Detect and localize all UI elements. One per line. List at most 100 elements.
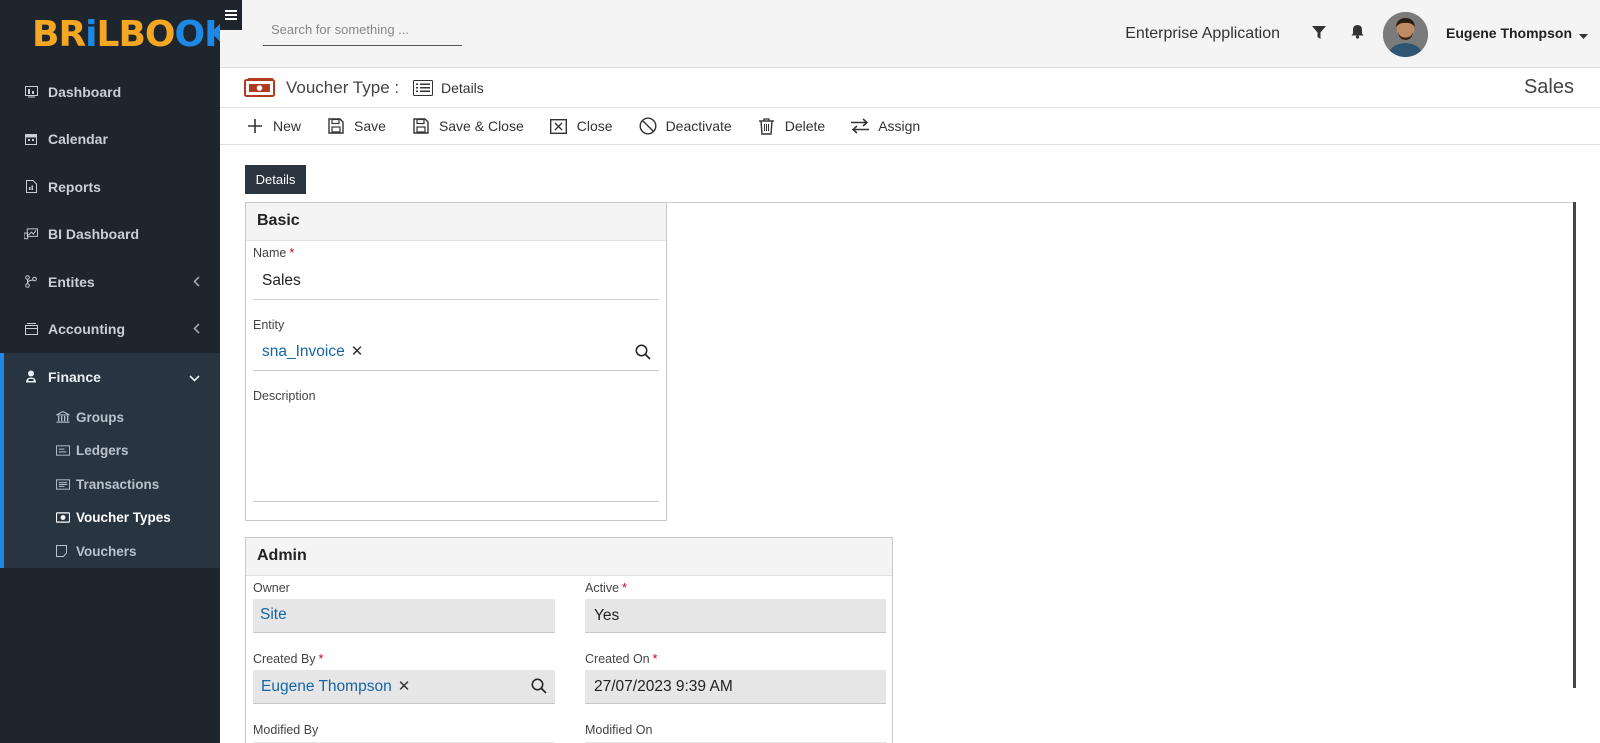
voucher-icon [56,545,70,558]
calendar-icon [24,132,38,146]
ledger-icon [56,445,70,457]
sidebar-item-finance[interactable]: Finance [4,353,220,401]
active-value: Yes [594,607,620,624]
assign-button-label: Assign [878,118,921,134]
required-marker: * [318,652,324,666]
entity-label: Entity [253,318,285,332]
description-field-underline [253,501,659,502]
assign-icon [851,117,870,135]
active-field[interactable] [585,599,886,633]
delete-button-label: Delete [784,118,826,134]
created-by-value[interactable]: Eugene Thompson [261,678,392,695]
deactivate-icon [639,117,657,135]
top-bar: Search for something ... Enterprise Appl… [220,0,1600,68]
entity-lookup-value[interactable]: sna_Invoice [262,343,345,360]
list-details-icon [413,80,433,101]
sidebar-subitem-ledgers[interactable]: Ledgers [4,434,220,468]
owner-label: Owner [253,581,290,595]
entities-icon [24,275,38,289]
brand-logo[interactable]: BRiLBOOK [0,0,232,68]
chevron-left-icon[interactable] [193,274,200,290]
active-label: Active * [585,581,627,595]
voucher-type-icon [244,77,275,102]
created-on-label: Created On * [585,652,658,666]
sidebar-item-label: Entites [48,273,95,290]
new-button[interactable]: New [246,117,301,135]
sidebar-subitem-label: Vouchers [76,543,137,559]
sidebar-subitem-label: Groups [76,409,125,425]
sidebar-item-reports[interactable]: Reports [0,163,220,211]
bank-icon [56,411,70,423]
sidebar: BRiLBOOK Dashboard Calendar Reports BI D… [0,0,232,743]
user-name[interactable]: Eugene Thompson [1446,25,1572,41]
name-field[interactable]: Sales [262,272,301,290]
close-button[interactable]: Close [550,117,613,135]
sidebar-item-label: Reports [48,178,101,195]
sidebar-subitem-voucher-types[interactable]: Voucher Types [4,501,220,535]
tab-details[interactable]: Details [245,165,306,194]
required-marker: * [622,581,627,595]
search-icon[interactable] [531,678,547,699]
hamburger-menu-icon[interactable] [220,0,242,30]
sidebar-item-bi-dashboard[interactable]: BI Dashboard [0,211,220,259]
save-button-label: Save [354,118,386,134]
delete-button[interactable]: Delete [758,117,825,135]
search-input[interactable]: Search for something ... [263,20,462,46]
section-title: Basic [246,203,666,241]
close-box-icon [550,117,568,135]
created-by-label: Created By * [253,652,324,666]
save-close-button-label: Save & Close [438,118,524,134]
created-by-lookup[interactable]: Eugene Thompson ✕ [261,677,410,696]
finance-icon [24,370,38,384]
name-field-underline [253,299,659,300]
bell-icon[interactable] [1351,24,1364,44]
chevron-down-icon[interactable] [189,369,200,385]
sidebar-subitem-groups[interactable]: Groups [4,401,220,435]
entity-field-underline [253,370,659,371]
owner-value[interactable]: Site [260,606,287,624]
sidebar-item-label: Calendar [48,131,108,148]
sidebar-item-label: Dashboard [48,83,122,100]
assign-button[interactable]: Assign [851,117,920,135]
entity-lookup-field[interactable]: sna_Invoice ✕ [262,342,363,361]
clear-x-icon[interactable]: ✕ [351,343,364,360]
view-name[interactable]: Details [441,80,484,96]
description-textarea[interactable] [253,409,659,501]
caret-down-icon[interactable] [1579,27,1588,45]
record-name: Sales [1523,76,1574,98]
search-icon[interactable] [635,344,651,365]
dashboard-icon [24,85,38,99]
sidebar-item-dashboard[interactable]: Dashboard [0,68,220,116]
sidebar-item-accounting[interactable]: Accounting [0,306,220,354]
section-title: Admin [246,538,892,576]
save-button[interactable]: Save [327,117,386,135]
filter-icon[interactable] [1312,26,1326,45]
sidebar-item-label: Accounting [48,321,125,338]
report-icon [24,180,38,194]
vertical-scrollbar[interactable] [1573,202,1576,688]
basic-section: Basic Name * Sales Entity sna_Invoice ✕ De… [245,202,667,521]
deactivate-button[interactable]: Deactivate [639,117,732,135]
plus-icon [246,117,264,135]
sidebar-subitem-label: Voucher Types [76,510,171,526]
clear-x-icon[interactable]: ✕ [398,678,411,695]
owner-field[interactable] [253,599,555,633]
sidebar-item-calendar[interactable]: Calendar [0,116,220,164]
modified-on-label: Modified On [585,723,653,737]
save-close-icon [412,117,430,135]
created-on-value: 27/07/2023 9:39 AM [594,678,733,695]
sidebar-item-entites[interactable]: Entites [0,258,220,306]
description-label: Description [253,389,316,403]
avatar[interactable] [1383,12,1428,57]
sidebar-subitem-vouchers[interactable]: Vouchers [4,535,220,569]
required-marker: * [652,652,658,666]
save-close-button[interactable]: Save & Close [412,117,524,135]
entity-title: Voucher Type : [286,78,400,97]
close-button-label: Close [576,118,613,134]
deactivate-button-label: Deactivate [665,118,732,134]
sidebar-subitem-transactions[interactable]: Transactions [4,468,220,502]
accounting-icon [24,322,38,336]
voucher-type-icon [56,512,70,524]
chevron-left-icon[interactable] [193,321,200,337]
sidebar-subitem-label: Ledgers [76,443,129,459]
